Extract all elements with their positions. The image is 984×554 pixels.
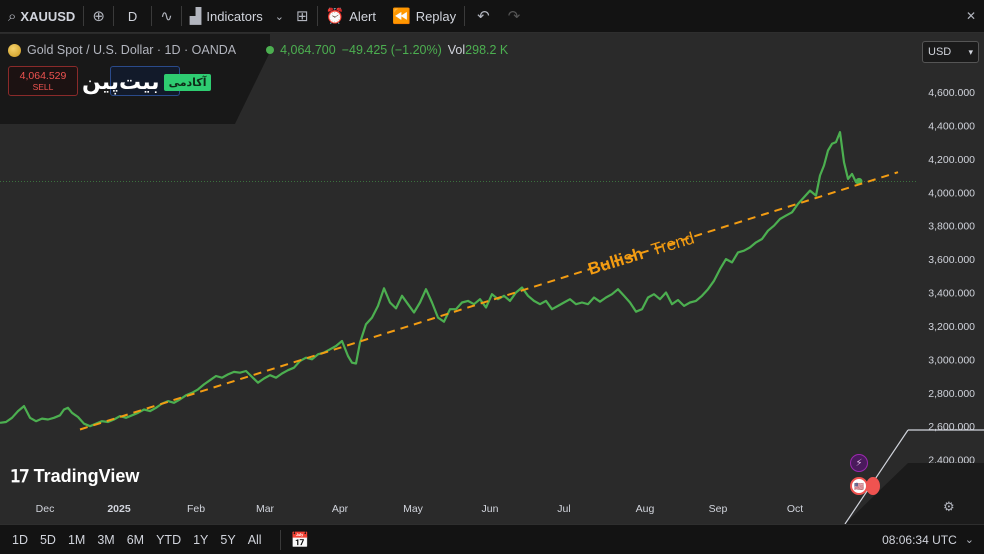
bottom-toolbar: 1D 5D 1M 3M 6M YTD 1Y 5Y All 📅 08:06:34 …	[0, 524, 984, 554]
rewind-icon: ⏪	[392, 7, 411, 25]
tradingview-mark-icon: 𝟣𝟩	[10, 466, 30, 486]
time-tick-label: 2025	[107, 503, 131, 515]
grid-layout-icon: ⊞	[296, 7, 309, 25]
chart-type-button[interactable]: ∿	[152, 0, 181, 32]
replay-button[interactable]: ⏪ Replay	[384, 0, 464, 32]
gold-coin-icon	[8, 43, 21, 57]
time-tick-label: Feb	[187, 503, 205, 515]
price-tick-label: 3,400.000	[928, 288, 975, 300]
redo-button[interactable]: ↷	[502, 0, 527, 32]
price-tick-label: 4,200.000	[928, 154, 975, 166]
indicators-button[interactable]: ▟ Indicators	[182, 0, 271, 32]
bitpin-academy-logo: بیت‌پین آکادمی	[82, 68, 212, 96]
sell-label: SELL	[32, 82, 54, 92]
indicators-dropdown-button[interactable]: ⌄	[271, 0, 288, 32]
time-tick-label: Apr	[332, 503, 349, 515]
chart-settings-icon[interactable]: ⚙	[943, 500, 955, 515]
line-chart-icon: ∿	[160, 7, 173, 25]
range-6m[interactable]: 6M	[121, 533, 150, 547]
plus-circle-icon: ⊕	[92, 7, 105, 25]
market-open-dot-icon	[266, 46, 275, 54]
sell-button[interactable]: 4,064.529 SELL	[8, 66, 78, 96]
indicators-icon: ▟	[189, 7, 202, 25]
close-icon: ✕	[965, 9, 976, 23]
range-1y[interactable]: 1Y	[187, 533, 214, 547]
range-1d[interactable]: 1D	[0, 533, 34, 547]
sell-price: 4,064.529	[19, 70, 67, 82]
tradingview-logo[interactable]: 𝟣𝟩 TradingView	[10, 466, 139, 487]
time-tick-label: Aug	[636, 503, 655, 515]
redo-icon: ↷	[507, 7, 521, 25]
undo-button[interactable]: ↶	[465, 0, 502, 32]
time-tick-label: Mar	[256, 503, 275, 515]
indicators-label: Indicators	[206, 8, 263, 24]
price-change: −49.425 (−1.20%)	[341, 43, 442, 57]
currency-value: USD	[928, 46, 952, 58]
price-tick-label: 3,800.000	[928, 221, 975, 233]
clock-time[interactable]: 08:06:34 UTC	[882, 533, 965, 547]
tradingview-brand: TradingView	[33, 466, 140, 486]
volume-label: Vol	[447, 43, 466, 57]
window-menu-button[interactable]: ✕	[958, 0, 984, 32]
bitpin-brand-text: بیت‌پین	[82, 69, 160, 95]
price-tick-label: 4,400.000	[928, 120, 975, 132]
currency-select[interactable]: USD ▾	[922, 41, 979, 63]
alarm-clock-icon: ⏰	[325, 7, 345, 25]
academy-tag: آکادمی	[163, 73, 212, 91]
chevron-down-icon: ⌄	[274, 9, 284, 23]
range-5d[interactable]: 5D	[34, 533, 62, 547]
time-tick-label: Jul	[557, 503, 570, 515]
interval-label: D	[127, 8, 138, 24]
time-tick-label: May	[403, 503, 424, 515]
symbol-label: XAUUSD	[20, 8, 76, 24]
layouts-button[interactable]: ⊞	[288, 0, 317, 32]
time-tick-label: Jun	[482, 503, 499, 515]
alert-label: Alert	[349, 8, 376, 24]
price-tick-label: 4,600.000	[928, 87, 975, 99]
compare-symbol-button[interactable]: ⊕	[84, 0, 113, 32]
range-3m[interactable]: 3M	[91, 533, 120, 547]
price-tick-label: 4,000.000	[928, 187, 975, 199]
search-icon: ⌕	[8, 7, 17, 25]
top-toolbar: ⌕ XAUUSD ⊕ D ∿ ▟ Indicators ⌄ ⊞ ⏰ Alert …	[0, 0, 984, 33]
last-price: 4,064.700	[280, 43, 336, 57]
chevron-down-icon[interactable]: ⌄	[965, 533, 984, 546]
price-tick-label: 3,200.000	[928, 321, 975, 333]
time-tick-label: Dec	[36, 503, 55, 515]
bottom-divider	[279, 529, 281, 550]
volume-value: 298.2 K	[465, 43, 509, 57]
instrument-title: Gold Spot / U.S. Dollar · 1D · OANDA	[27, 43, 237, 57]
time-tick-label: Oct	[787, 503, 803, 515]
economic-event-stack-icon[interactable]	[866, 477, 880, 495]
symbol-search-button[interactable]: ⌕ XAUUSD	[0, 0, 83, 32]
undo-icon: ↶	[477, 7, 490, 25]
range-ytd[interactable]: YTD	[150, 533, 187, 547]
chart-legend[interactable]: Gold Spot / U.S. Dollar · 1D · OANDA 4,0…	[8, 43, 508, 57]
range-1m[interactable]: 1M	[62, 533, 91, 547]
time-tick-label: Sep	[709, 503, 728, 515]
price-tick-label: 3,000.000	[928, 354, 975, 366]
range-all[interactable]: All	[242, 533, 268, 547]
price-tick-label: 2,800.000	[928, 388, 975, 400]
price-tick-label: 2,600.000	[928, 421, 975, 433]
calendar-range-icon[interactable]: 📅	[291, 531, 310, 549]
interval-button[interactable]: D	[114, 0, 151, 32]
range-5y[interactable]: 5Y	[214, 533, 241, 547]
replay-label: Replay	[415, 8, 457, 24]
chevron-down-icon: ▾	[968, 46, 973, 57]
earnings-event-icon[interactable]: ⚡	[850, 454, 868, 472]
price-tick-label: 3,600.000	[928, 254, 975, 266]
alert-button[interactable]: ⏰ Alert	[318, 0, 384, 32]
